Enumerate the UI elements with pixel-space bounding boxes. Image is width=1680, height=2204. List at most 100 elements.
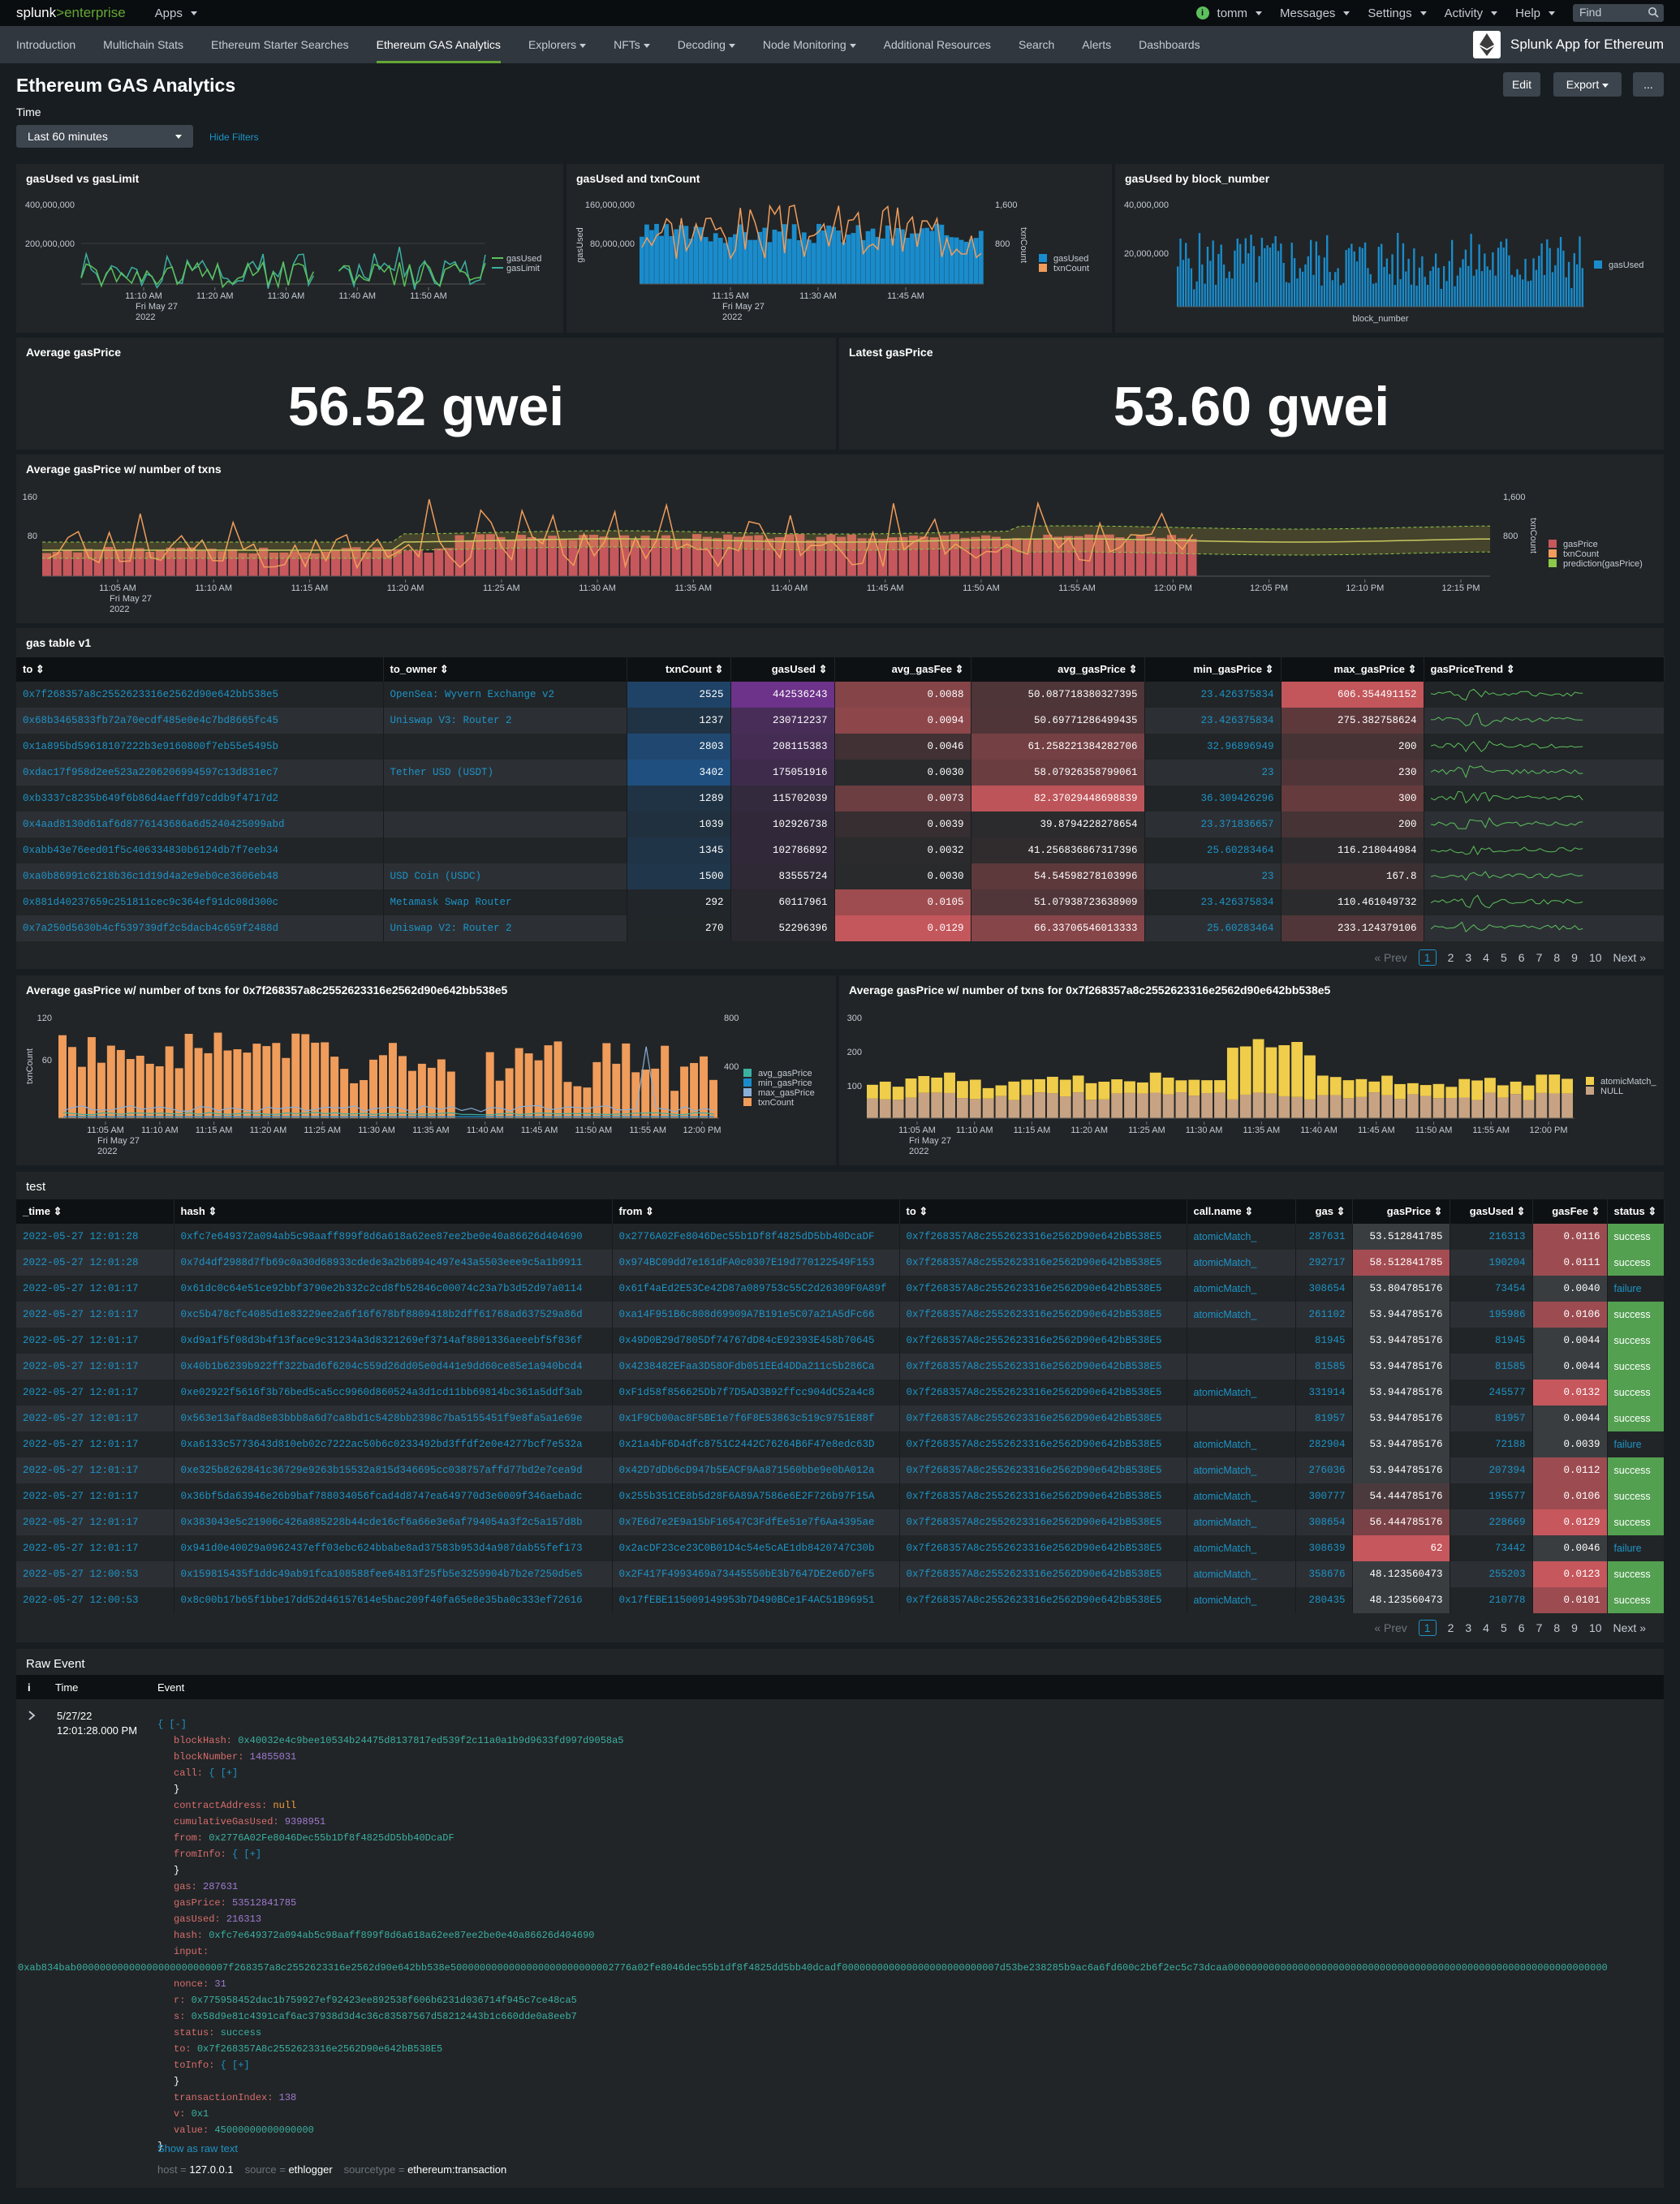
column-header-status[interactable]: status ⇕ xyxy=(1607,1199,1665,1224)
page-1-button[interactable]: 1 xyxy=(1418,949,1437,966)
cell-to[interactable]: 0x881d40237659c251811cec9c364ef91dc08d30… xyxy=(16,889,384,915)
column-header-min-gasprice[interactable]: min_gasPrice ⇕ xyxy=(1144,657,1282,682)
page-9-button[interactable]: 9 xyxy=(1571,951,1578,964)
column-header-to[interactable]: to ⇕ xyxy=(899,1199,1187,1224)
cell-time[interactable]: 2022-05-27 12:01:17 xyxy=(16,1483,174,1509)
page-10-button[interactable]: 10 xyxy=(1589,951,1602,964)
cell-from[interactable]: 0x61f4aEd2E53Ce42D87a089753c55C2d26309F0… xyxy=(612,1276,900,1302)
cell-hash[interactable]: 0x941d0e40029a0962437eff03ebc624bbabe8ad… xyxy=(174,1535,613,1561)
cell-to[interactable]: 0x7f268357A8c2552623316e2562D90e642bB538… xyxy=(899,1380,1187,1405)
table-row[interactable]: 2022-05-27 12:01:28 0x7d4df2988d7fb69c0a3… xyxy=(16,1250,1665,1276)
page-8-button[interactable]: 8 xyxy=(1553,1621,1560,1634)
cell-time[interactable]: 2022-05-27 12:01:28 xyxy=(16,1250,174,1276)
cell-min-gasprice[interactable]: 36.309426296 xyxy=(1144,786,1282,811)
cell-hash[interactable]: 0x563e13af8ad8e83bbb8a6d7ca8bd1c5428bb23… xyxy=(174,1405,613,1431)
cell-to[interactable]: 0xb3337c8235b649f6b86d4aeffd97cddb9f4717… xyxy=(16,786,384,811)
cell-hash[interactable]: 0x61dc0c64e51ce92bbf3790e2b332c2cd8fb528… xyxy=(174,1276,613,1302)
cell-to[interactable]: 0x68b3465833fb72a70ecdf485e0e4c7bd8665fc… xyxy=(16,708,384,734)
cell-time[interactable]: 2022-05-27 12:01:17 xyxy=(16,1276,174,1302)
table-row[interactable]: 0x68b3465833fb72a70ecdf485e0e4c7bd8665fc… xyxy=(16,708,1665,734)
cell-from[interactable]: 0x7E6d7e2E9a15bF16547C3FdfEe51e7f6Aa4395… xyxy=(612,1509,900,1535)
cell-to[interactable]: 0x7f268357A8c2552623316e2562D90e642bB538… xyxy=(899,1431,1187,1457)
cell-hash[interactable]: 0xa6133c5773643d810eb02c7222ac50b6c02334… xyxy=(174,1431,613,1457)
page-6-button[interactable]: 6 xyxy=(1518,1621,1525,1634)
page-5-button[interactable]: 5 xyxy=(1501,1621,1507,1634)
cell-from[interactable]: 0x255b351CE8b5d28F6A89A7586e6E2F726b97F1… xyxy=(612,1483,900,1509)
cell-to[interactable]: 0x7f268357A8c2552623316e2562D90e642bB538… xyxy=(899,1561,1187,1587)
table-row[interactable]: 0xdac17f958d2ee523a2206206994597c13d831e… xyxy=(16,760,1665,786)
cell-hash[interactable]: 0x159815435f1ddc49ab91fca108588fee64813f… xyxy=(174,1561,613,1587)
cell-time[interactable]: 2022-05-27 12:01:17 xyxy=(16,1457,174,1483)
cell-hash[interactable]: 0x40b1b6239b922ff322bad6f6204c559d26dd05… xyxy=(174,1354,613,1380)
table-row[interactable]: 2022-05-27 12:01:17 0x563e13af8ad8e83bbb8… xyxy=(16,1405,1665,1431)
nav-item-ethereum-starter-searches[interactable]: Ethereum Starter Searches xyxy=(211,26,349,63)
cell-to[interactable]: 0x1a895bd59618107222b3e9160800f7eb55e549… xyxy=(16,734,384,760)
more-button[interactable]: ... xyxy=(1633,72,1664,97)
cell-time[interactable]: 2022-05-27 12:01:17 xyxy=(16,1354,174,1380)
table-row[interactable]: 2022-05-27 12:01:17 0xe325b8262841c36729e… xyxy=(16,1457,1665,1483)
cell-time[interactable]: 2022-05-27 12:01:17 xyxy=(16,1431,174,1457)
table-row[interactable]: 2022-05-27 12:01:17 0xc5b478cfc4085d1e832… xyxy=(16,1302,1665,1328)
cell-to[interactable]: 0x7f268357A8c2552623316e2562D90e642bB538… xyxy=(899,1302,1187,1328)
find-input[interactable]: Find xyxy=(1573,4,1664,22)
cell-from[interactable]: 0x49D0B29d7805Df74767dD84cE92393E458b706… xyxy=(612,1328,900,1354)
table-row[interactable]: 2022-05-27 12:01:17 0x941d0e40029a0962437… xyxy=(16,1535,1665,1561)
page-7-button[interactable]: 7 xyxy=(1536,951,1543,964)
table-row[interactable]: 0xa0b86991c6218b36c1d19d4a2e9eb0ce3606eb… xyxy=(16,863,1665,889)
cell-to[interactable]: 0x7f268357A8c2552623316e2562D90e642bB538… xyxy=(899,1354,1187,1380)
page-7-button[interactable]: 7 xyxy=(1536,1621,1543,1634)
cell-hash[interactable]: 0x383043e5c21906c426a885228b44cde16cf6a6… xyxy=(174,1509,613,1535)
app-title[interactable]: Splunk App for Ethereum xyxy=(1472,31,1664,58)
cell-time[interactable]: 2022-05-27 12:00:53 xyxy=(16,1561,174,1587)
cell-from[interactable]: 0x42D7dDb6cD947b5EACF9Aa871560bbe9e0bA01… xyxy=(612,1457,900,1483)
apps-menu[interactable]: Apps xyxy=(155,6,197,20)
cell-call-name[interactable] xyxy=(1187,1405,1296,1431)
cell-call-name[interactable]: atomicMatch_ xyxy=(1187,1561,1296,1587)
column-header-to[interactable]: to ⇕ xyxy=(16,657,384,682)
cell-call-name[interactable] xyxy=(1187,1354,1296,1380)
cell-to[interactable]: 0x7f268357A8c2552623316e2562D90e642bB538… xyxy=(899,1224,1187,1250)
cell-time[interactable]: 2022-05-27 12:01:17 xyxy=(16,1302,174,1328)
cell-from[interactable]: 0x1F9Cb00ac8F5BE1e7f6F8E53863c519c9751E8… xyxy=(612,1405,900,1431)
table-row[interactable]: 2022-05-27 12:00:53 0x8c00b17b65f1bbe17dd… xyxy=(16,1587,1665,1613)
table-row[interactable]: 2022-05-27 12:01:17 0x61dc0c64e51ce92bbf3… xyxy=(16,1276,1665,1302)
column-header-to-owner[interactable]: to_owner ⇕ xyxy=(383,657,627,682)
nav-item-decoding[interactable]: Decoding xyxy=(678,26,735,63)
cell-call-name[interactable]: atomicMatch_ xyxy=(1187,1483,1296,1509)
splunk-logo[interactable]: splunk>enterprise xyxy=(16,5,126,21)
nav-item-node-monitoring[interactable]: Node Monitoring xyxy=(763,26,856,63)
page-5-button[interactable]: 5 xyxy=(1501,951,1507,964)
cell-time[interactable]: 2022-05-27 12:01:17 xyxy=(16,1535,174,1561)
cell-time[interactable]: 2022-05-27 12:01:17 xyxy=(16,1405,174,1431)
table-row[interactable]: 2022-05-27 12:01:28 0xfc7e649372a094ab5c9… xyxy=(16,1224,1665,1250)
cell-min-gasprice[interactable]: 23.426375834 xyxy=(1144,889,1282,915)
nav-item-nfts[interactable]: NFTs xyxy=(614,26,650,63)
cell-from[interactable]: 0x4238482EFaa3D58OFdb051EEd4DDa211c5b286… xyxy=(612,1354,900,1380)
page-1-button[interactable]: 1 xyxy=(1418,1620,1437,1636)
page-10-button[interactable]: 10 xyxy=(1589,1621,1602,1634)
page-3-button[interactable]: 3 xyxy=(1465,951,1471,964)
cell-call-name[interactable]: atomicMatch_ xyxy=(1187,1380,1296,1405)
cell-to[interactable]: 0x7f268357A8c2552623316e2562D90e642bB538… xyxy=(899,1587,1187,1613)
cell-to[interactable]: 0x4aad8130d61af6d8776143686a6d5240425099… xyxy=(16,811,384,837)
cell-call-name[interactable]: atomicMatch_ xyxy=(1187,1457,1296,1483)
table-row[interactable]: 0x4aad8130d61af6d8776143686a6d5240425099… xyxy=(16,811,1665,837)
hide-filters-link[interactable]: Hide Filters xyxy=(209,131,259,143)
nav-item-dashboards[interactable]: Dashboards xyxy=(1139,26,1200,63)
cell-from[interactable]: 0xa14F951B6c808d69909A7B191e5C07a21A5dFc… xyxy=(612,1302,900,1328)
cell-to[interactable]: 0x7f268357A8c2552623316e2562D90e642bB538… xyxy=(899,1250,1187,1276)
table-row[interactable]: 0xb3337c8235b649f6b86d4aeffd97cddb9f4717… xyxy=(16,786,1665,811)
cell-from[interactable]: 0x2F417F4993469a73445550bE3b7647DE2e6D7e… xyxy=(612,1561,900,1587)
column-header-avg-gasfee[interactable]: avg_gasFee ⇕ xyxy=(834,657,971,682)
cell-to[interactable]: 0xabb43e76eed01f5c406334830b6124db7f7eeb… xyxy=(16,837,384,863)
cell-hash[interactable]: 0xe02922f5616f3b76bed5ca5cc9960d860524a3… xyxy=(174,1380,613,1405)
event-meta-field[interactable]: sourcetype = ethereum:transaction xyxy=(344,2163,507,2176)
table-row[interactable]: 0xabb43e76eed01f5c406334830b6124db7f7eeb… xyxy=(16,837,1665,863)
cell-to-owner[interactable]: USD Coin (USDC) xyxy=(383,863,627,889)
cell-to[interactable]: 0x7f268357A8c2552623316e2562D90e642bB538… xyxy=(899,1276,1187,1302)
gasused-by-block-chart[interactable]: 40,000,000 20,000,000 block_number gasUsed xyxy=(1115,164,1664,333)
page-4-button[interactable]: 4 xyxy=(1483,1621,1489,1634)
column-header-gasfee[interactable]: gasFee ⇕ xyxy=(1532,1199,1608,1224)
nav-item-ethereum-gas-analytics[interactable]: Ethereum GAS Analytics xyxy=(376,26,502,63)
cell-to[interactable]: 0x7f268357A8c2552623316e2562D90e642bB538… xyxy=(899,1535,1187,1561)
